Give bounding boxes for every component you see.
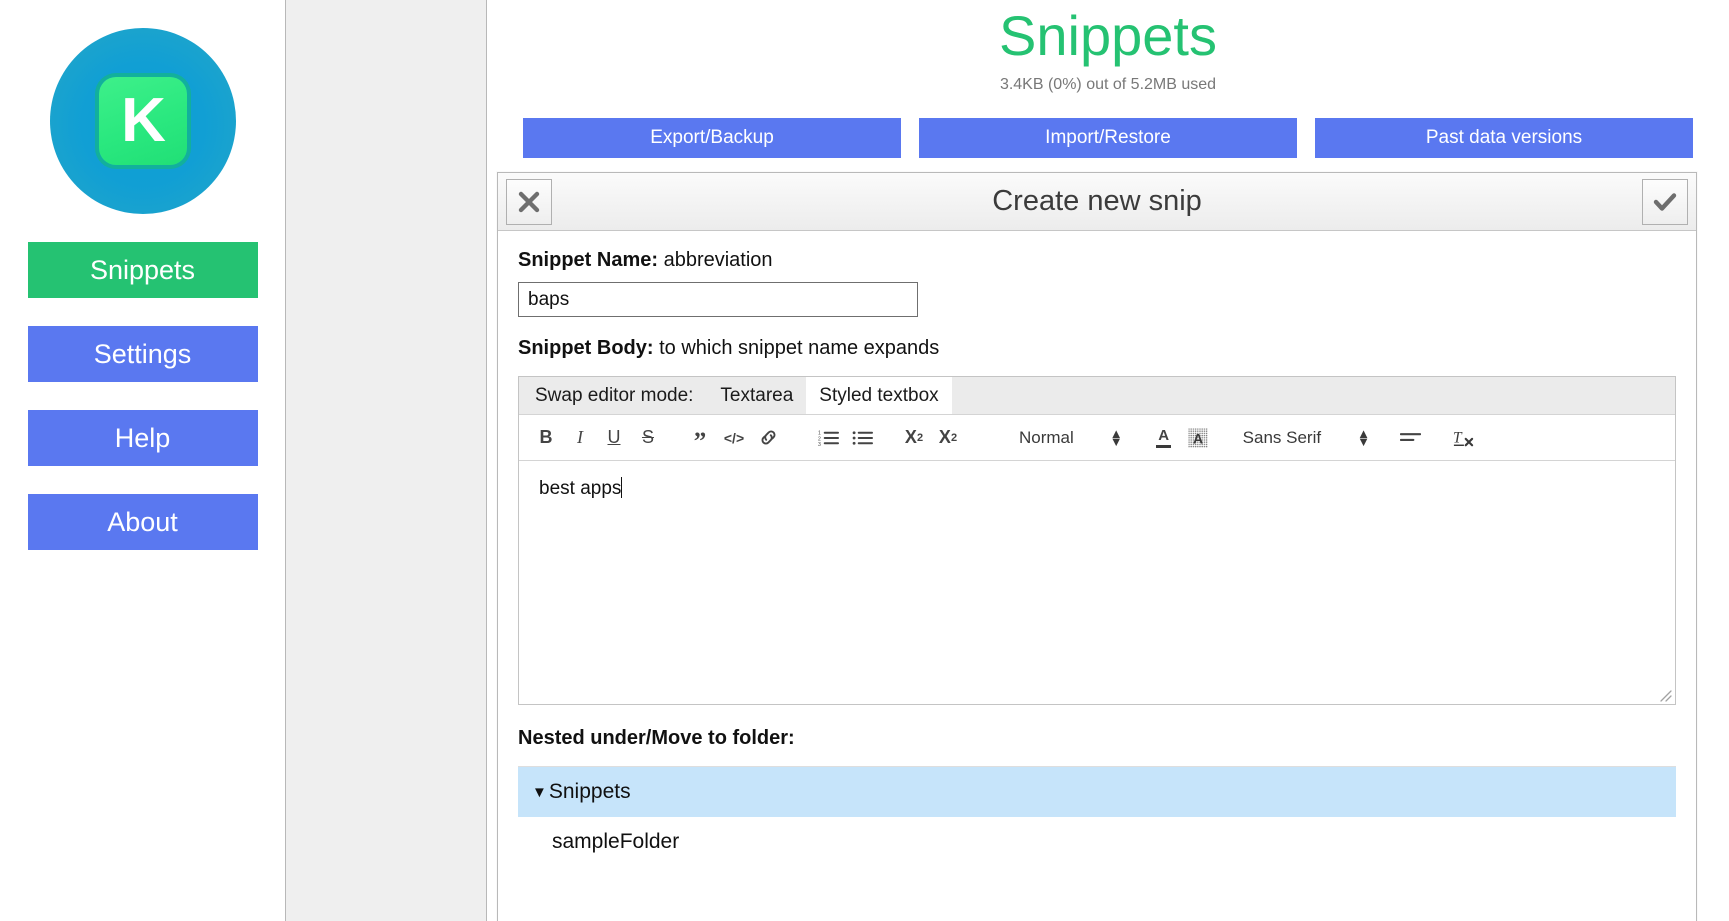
text-color-glyph: A: [1158, 426, 1170, 444]
clear-format-button[interactable]: T: [1448, 423, 1478, 453]
logo-letter: K: [121, 86, 166, 155]
editor-content-area[interactable]: best apps: [519, 461, 1675, 704]
chevron-updown-icon: ▲ ▼: [1109, 425, 1123, 449]
editor-mode-label: Swap editor mode:: [535, 384, 694, 406]
confirm-button[interactable]: [1642, 178, 1688, 225]
export-backup-button[interactable]: Export/Backup: [523, 118, 901, 158]
tab-textarea[interactable]: Textarea: [707, 377, 806, 414]
italic-button[interactable]: I: [565, 423, 595, 453]
heading-select-value: Normal: [1019, 427, 1074, 447]
tree-row-label: Snippets: [548, 780, 631, 803]
app-root: K Snippets Settings Help About Snippets …: [0, 0, 1729, 921]
text-color-swatch: [1156, 444, 1172, 448]
snippet-body-label-hint: to which snippet name expands: [653, 337, 940, 359]
bold-button[interactable]: B: [531, 423, 561, 453]
tree-row-samplefolder[interactable]: sampleFolder: [518, 817, 1676, 867]
background-color-button[interactable]: A: [1183, 423, 1213, 453]
format-toolbar: B I U S ” </> 1 2 3 X 2 X 2 Normal ▲ ▼ A…: [519, 415, 1675, 461]
font-select[interactable]: Sans Serif ▲ ▼: [1242, 425, 1370, 449]
background-color-icon: A: [1188, 428, 1208, 447]
resize-handle-icon[interactable]: [1658, 688, 1672, 702]
tree-row-label: sampleFolder: [552, 830, 680, 853]
sidebar-item-settings[interactable]: Settings: [27, 326, 258, 382]
sidebar-item-label: Snippets: [89, 254, 196, 285]
checkmark-icon: [1653, 192, 1677, 211]
svg-text:A: A: [1193, 430, 1203, 446]
modal-body: Snippet Name: abbreviation Snippet Body:…: [498, 231, 1696, 867]
storage-usage-text: 3.4KB (0%) out of 5.2MB used: [999, 76, 1217, 93]
chevron-down-icon: ▼: [532, 783, 547, 801]
import-restore-button[interactable]: Import/Restore: [919, 118, 1297, 158]
snippet-body-editor: Swap editor mode: Textarea Styled textbo…: [518, 376, 1676, 705]
modal-title: Create new snip: [992, 185, 1202, 217]
create-snip-modal: Create new snip Snippet Name: abbreviati…: [497, 172, 1697, 921]
heading-select[interactable]: Normal ▲ ▼: [1019, 425, 1123, 449]
sidebar-item-snippets[interactable]: Snippets: [27, 242, 258, 298]
underline-button[interactable]: U: [599, 423, 629, 453]
sidebar-item-label: About: [107, 506, 178, 537]
text-caret: [621, 477, 623, 498]
folder-tree: ▼ Snippets sampleFolder: [518, 766, 1676, 867]
ordered-list-icon: 1 2 3: [818, 430, 839, 447]
sidebar-item-label: Help: [114, 422, 171, 453]
page-title: Snippets: [999, 4, 1217, 67]
clear-format-icon: T: [1453, 429, 1474, 446]
bullet-list-button[interactable]: [847, 423, 877, 453]
snippet-body-label-bold: Snippet Body:: [518, 337, 654, 359]
tree-row-snippets[interactable]: ▼ Snippets: [518, 767, 1676, 817]
folder-label-bold: Nested under/Move to folder:: [518, 727, 795, 749]
tab-styled-textbox[interactable]: Styled textbox: [806, 377, 952, 414]
superscript-index: 2: [950, 431, 958, 444]
link-button[interactable]: [753, 423, 783, 453]
strikethrough-button[interactable]: S: [633, 423, 663, 453]
folder-label: Nested under/Move to folder:: [518, 727, 1676, 750]
superscript-base: X: [938, 427, 951, 447]
close-button[interactable]: [506, 178, 552, 225]
logo-circle: K: [49, 28, 236, 214]
logo-square: K: [98, 77, 187, 165]
modal-header: Create new snip: [498, 173, 1696, 231]
code-block-button[interactable]: </>: [719, 423, 749, 453]
align-icon: [1400, 432, 1422, 441]
ordered-list-button[interactable]: 1 2 3: [813, 423, 843, 453]
sidebar-item-label: Settings: [93, 338, 192, 369]
sidebar: K Snippets Settings Help About: [0, 0, 285, 921]
bullet-list-icon: [852, 430, 873, 445]
snippet-list-panel: [285, 0, 487, 921]
align-button[interactable]: [1396, 423, 1426, 453]
subscript-base: X: [904, 427, 917, 447]
snippet-name-input[interactable]: [518, 282, 918, 317]
main-content: Snippets 3.4KB (0%) out of 5.2MB used Ex…: [487, 0, 1729, 921]
svg-text:3: 3: [818, 442, 821, 447]
snippet-body-label: Snippet Body: to which snippet name expa…: [518, 337, 1676, 360]
subscript-index: 2: [916, 431, 924, 444]
snippet-name-label-bold: Snippet Name:: [518, 249, 659, 271]
action-button-row: Export/Backup Import/Restore Past data v…: [487, 118, 1729, 158]
snippet-name-label: Snippet Name: abbreviation: [518, 249, 1676, 272]
sidebar-item-about[interactable]: About: [27, 494, 258, 550]
snippet-name-label-hint: abbreviation: [658, 249, 773, 271]
app-logo: K: [48, 26, 238, 216]
svg-text:T: T: [1453, 429, 1463, 446]
sidebar-item-help[interactable]: Help: [27, 410, 258, 466]
text-color-button[interactable]: A: [1149, 423, 1179, 453]
editor-mode-bar: Swap editor mode: Textarea Styled textbo…: [519, 377, 1675, 415]
link-icon: [761, 430, 775, 445]
chevron-updown-icon: ▲ ▼: [1357, 425, 1370, 449]
close-x-icon: [518, 191, 540, 212]
superscript-button[interactable]: X2: [933, 423, 963, 453]
blockquote-button[interactable]: ”: [685, 423, 715, 454]
font-select-value: Sans Serif: [1242, 427, 1322, 447]
subscript-button[interactable]: X2: [899, 423, 929, 453]
past-data-versions-button[interactable]: Past data versions: [1315, 118, 1693, 158]
editor-content-text: best apps: [539, 478, 622, 499]
